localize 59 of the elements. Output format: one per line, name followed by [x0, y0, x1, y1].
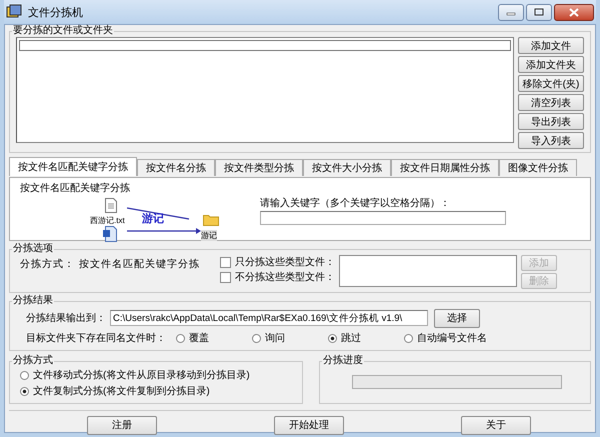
keyword-field[interactable]	[260, 211, 506, 225]
side-button[interactable]: 移除文件(夹)	[518, 75, 584, 92]
close-icon	[569, 8, 579, 16]
output-path-field[interactable]: C:\Users\rakc\AppData\Local\Temp\Rar$EXa0.169\文件分拣机 v1.9\	[110, 310, 428, 326]
radio-button[interactable]	[404, 334, 413, 342]
method-value: 按文件名匹配关键字分拣	[79, 258, 200, 271]
checkbox-label: 只分拣这些类型文件：	[235, 256, 335, 269]
file-types-field[interactable]	[339, 255, 517, 287]
conflict-label: 目标文件夹下存在同名文件时：	[26, 332, 167, 345]
checkbox[interactable]	[220, 272, 231, 282]
tab[interactable]: 图像文件分拣	[499, 159, 577, 176]
file-list[interactable]	[16, 37, 514, 143]
tab[interactable]: 按文件日期属性分拣	[391, 159, 499, 176]
footer-button[interactable]: 关于	[461, 416, 531, 434]
maximize-button[interactable]	[526, 4, 552, 20]
radio-label: 询问	[265, 332, 285, 345]
radio-label: 自动编号文件名	[417, 332, 487, 345]
side-button[interactable]: 添加文件	[518, 37, 584, 54]
radio-label: 文件复制式分拣(将文件复制到分拣目录)	[33, 384, 210, 398]
side-button[interactable]: 清空列表	[518, 94, 584, 111]
radio-label: 文件移动式分拣(将文件从原目录移动到分拣目录)	[33, 368, 250, 382]
output-label: 分拣结果输出到：	[26, 312, 106, 325]
tab[interactable]: 按文件类型分拣	[215, 159, 303, 176]
checkbox[interactable]	[220, 256, 231, 268]
app-icon	[6, 4, 22, 20]
group-label: 分拣进度	[322, 355, 364, 367]
file-label: 西游记.txt	[90, 215, 125, 226]
keyword-label: 游记	[142, 212, 164, 226]
side-button[interactable]: 导入列表	[518, 132, 584, 149]
radio-button[interactable]	[20, 370, 29, 380]
group-label: 分拣方式	[12, 355, 54, 367]
document-icon	[103, 226, 117, 242]
group-label: 分拣结果	[12, 295, 54, 307]
window-title: 文件分拣机	[28, 6, 83, 20]
radio-label: 覆盖	[189, 332, 209, 345]
folder-icon	[203, 213, 219, 226]
method-label: 分拣方式：	[20, 258, 75, 271]
radio-button[interactable]	[176, 334, 185, 342]
group-label: 分拣选项	[12, 243, 54, 255]
side-button[interactable]: 导出列表	[518, 113, 584, 130]
tab[interactable]: 按文件名分拣	[137, 159, 215, 176]
footer-button[interactable]: 开始处理	[274, 416, 344, 434]
folder-label: 游记	[201, 230, 217, 241]
tab[interactable]: 按文件大小分拣	[303, 159, 391, 176]
text-file-icon	[105, 198, 117, 213]
group-label: 要分拣的文件或文件夹	[12, 25, 114, 37]
radio-button[interactable]	[20, 386, 29, 396]
footer-button[interactable]: 注册	[87, 416, 157, 434]
side-button[interactable]: 添加文件夹	[518, 56, 584, 73]
close-button[interactable]	[554, 4, 594, 20]
radio-button[interactable]	[328, 334, 337, 342]
keyword-label: 请输入关键字（多个关键字以空格分隔）：	[260, 196, 451, 210]
browse-button[interactable]: 选择	[434, 308, 480, 328]
tab[interactable]: 按文件名匹配关键字分拣	[9, 157, 137, 176]
panel-title: 按文件名匹配关键字分拣	[20, 182, 131, 195]
radio-label: 跳过	[341, 332, 361, 345]
checkbox-label: 不分拣这些类型文件：	[235, 270, 335, 284]
maximize-icon	[534, 8, 544, 16]
radio-button[interactable]	[252, 334, 261, 342]
